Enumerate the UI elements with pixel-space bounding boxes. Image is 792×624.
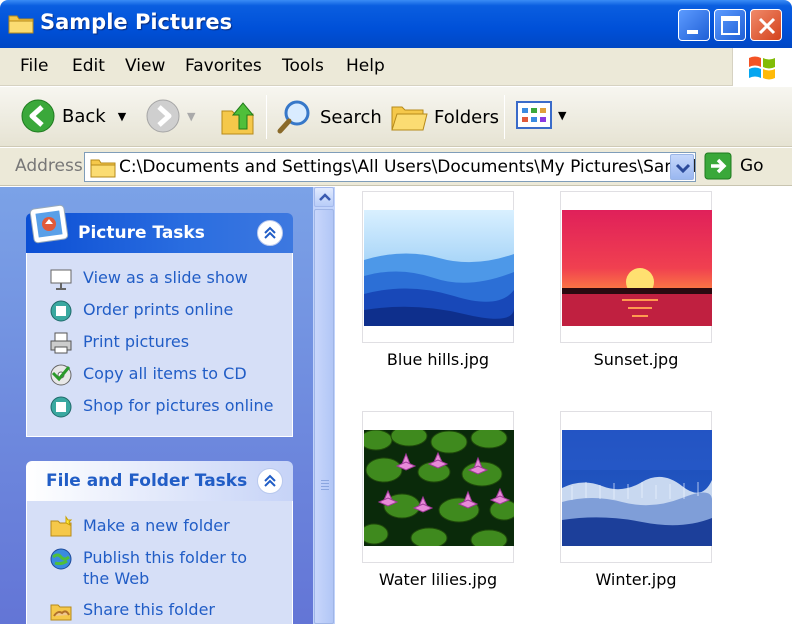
folders-button[interactable]: Folders [390,98,499,136]
picture-tasks-body: View as a slide show Order prints online… [26,253,293,437]
minimize-button[interactable] [678,9,710,41]
scroll-up-button[interactable] [314,187,334,207]
search-icon [277,100,310,134]
task-view-slideshow[interactable]: View as a slide show [49,267,248,291]
picture-tasks-title: Picture Tasks [78,223,205,243]
printer-icon [50,332,72,354]
go-button[interactable]: Go [704,152,764,180]
title-bar[interactable]: Sample Pictures [0,0,792,48]
filename-blue-hills[interactable]: Blue hills.jpg [338,350,538,369]
share-folder-icon [50,604,72,621]
back-arrow-icon [21,99,55,133]
menu-tools[interactable]: Tools [282,56,324,76]
filename-water-lilies[interactable]: Water lilies.jpg [338,570,538,589]
picture-tasks-header[interactable]: Picture Tasks [26,204,293,253]
folder-icon [90,159,116,178]
folder-icon [8,15,34,34]
windows-logo [732,48,792,86]
file-view: Blue hills.jpg Sunset.jpg Water lilies.j… [336,187,792,624]
publish-web-icon [50,548,72,570]
address-label: Address [15,156,83,176]
chevron-up-double-icon [264,474,276,487]
folders-label: Folders [434,106,500,128]
back-dropdown-icon[interactable]: ▼ [118,110,126,123]
menu-help[interactable]: Help [346,56,385,76]
order-prints-icon [50,300,72,322]
task-shop-online[interactable]: Shop for pictures online [49,395,274,419]
winter-image [562,430,712,546]
picture-tasks-panel: Picture Tasks View as a slide show Order… [26,204,293,437]
menu-bar: File Edit View Favorites Tools Help [0,48,792,86]
forward-button[interactable]: ▼ [145,98,195,134]
task-order-prints[interactable]: Order prints online [49,299,233,323]
task-print-pictures[interactable]: Print pictures [49,331,189,355]
windows-flag-icon [749,56,775,80]
task-pane-scrollbar[interactable] [313,187,335,624]
menu-file[interactable]: File [20,56,48,76]
task-publish-web[interactable]: Publish this folder to the Web [49,547,249,589]
filename-sunset[interactable]: Sunset.jpg [536,350,736,369]
address-dropdown-button[interactable] [670,154,694,180]
toolbar-separator [504,95,505,139]
task-new-folder[interactable]: Make a new folder [49,515,230,539]
toolbar: Back ▼ ▼ Search Folders ▼ [0,87,792,147]
search-button[interactable]: Search [276,98,382,136]
file-folder-tasks-collapse-button[interactable] [257,468,283,494]
address-value: C:\Documents and Settings\All Users\Docu… [119,157,696,177]
up-folder-icon [221,102,255,135]
new-folder-icon [50,515,73,537]
address-bar: Address C:\Documents and Settings\All Us… [0,148,792,186]
slideshow-icon [50,269,72,290]
file-folder-tasks-panel: File and Folder Tasks Make a new folder … [26,461,293,624]
close-button[interactable] [750,9,782,41]
back-button[interactable]: Back ▼ [20,98,126,134]
minimize-icon [687,30,698,34]
up-folder-button[interactable] [218,97,258,137]
thumbnail-water-lilies[interactable] [362,411,514,563]
sunset-image [562,210,712,326]
views-dropdown-icon[interactable]: ▼ [558,109,566,122]
file-folder-tasks-header[interactable]: File and Folder Tasks [26,461,293,501]
chevron-up-double-icon [264,226,276,239]
scroll-thumb[interactable] [314,209,334,624]
shop-online-icon [50,396,72,418]
thumbnail-sunset[interactable] [560,191,712,343]
go-label: Go [740,156,764,176]
back-label: Back [62,105,106,127]
menu-favorites[interactable]: Favorites [185,56,262,76]
forward-dropdown-icon[interactable]: ▼ [187,110,195,123]
copy-cd-icon [50,364,72,386]
picture-tasks-collapse-button[interactable] [257,220,283,246]
go-arrow-icon [704,152,732,180]
search-label: Search [320,106,382,128]
address-input[interactable]: C:\Documents and Settings\All Users\Docu… [84,152,696,182]
forward-arrow-icon [146,99,180,133]
scroll-grip [321,480,329,490]
water-lilies-image [364,430,514,546]
task-share-folder[interactable]: Share this folder [49,599,215,623]
task-copy-cd[interactable]: Copy all items to CD [49,363,247,387]
views-icon [516,101,552,129]
folders-icon [391,106,428,131]
maximize-button[interactable] [714,9,746,41]
toolbar-separator [266,95,267,139]
thumbnail-blue-hills[interactable] [362,191,514,343]
file-folder-tasks-body: Make a new folder Publish this folder to… [26,501,293,624]
menu-view[interactable]: View [125,56,165,76]
picture-tasks-icon [29,204,69,244]
blue-hills-image [364,210,514,326]
chevron-up-icon [319,193,331,201]
menu-edit[interactable]: Edit [72,56,105,76]
maximize-icon [721,16,740,35]
close-icon [758,17,776,35]
window-title: Sample Pictures [40,10,233,34]
thumbnail-winter[interactable] [560,411,712,563]
file-folder-tasks-title: File and Folder Tasks [46,471,248,491]
views-button[interactable]: ▼ [516,100,566,130]
task-pane: Picture Tasks View as a slide show Order… [0,187,313,624]
chevron-down-icon [675,163,691,174]
filename-winter[interactable]: Winter.jpg [536,570,736,589]
